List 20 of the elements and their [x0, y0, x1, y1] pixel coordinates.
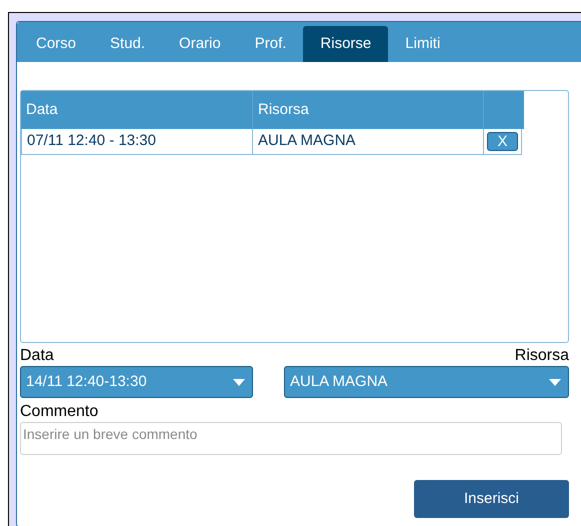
- submit-button[interactable]: Inserisci: [414, 480, 569, 518]
- comment-field[interactable]: Inserire un breve commento: [20, 422, 562, 455]
- tab[interactable]: Orario: [162, 26, 238, 62]
- tab[interactable]: Risorse: [303, 26, 388, 62]
- caret-icon: [233, 378, 245, 386]
- tab[interactable]: Prof.: [238, 26, 304, 62]
- column-header: Risorsa: [253, 91, 484, 129]
- column-header: Data: [21, 91, 253, 129]
- tab[interactable]: Limiti: [388, 26, 458, 62]
- table-cell: AULA MAGNA: [253, 129, 484, 154]
- caret-icon: [549, 378, 561, 386]
- tab[interactable]: Corso: [19, 26, 94, 62]
- tab[interactable]: Stud.: [93, 26, 162, 62]
- field-label: Commento: [20, 403, 100, 421]
- date-select[interactable]: 14/11 12:40-13:30: [20, 366, 253, 398]
- resource-select[interactable]: AULA MAGNA: [284, 366, 569, 398]
- table-cell: 07/11 12:40 - 13:30: [22, 129, 253, 154]
- field-label: Data: [20, 347, 54, 365]
- field-label: Risorsa: [514, 347, 569, 365]
- delete-button[interactable]: X: [487, 132, 518, 151]
